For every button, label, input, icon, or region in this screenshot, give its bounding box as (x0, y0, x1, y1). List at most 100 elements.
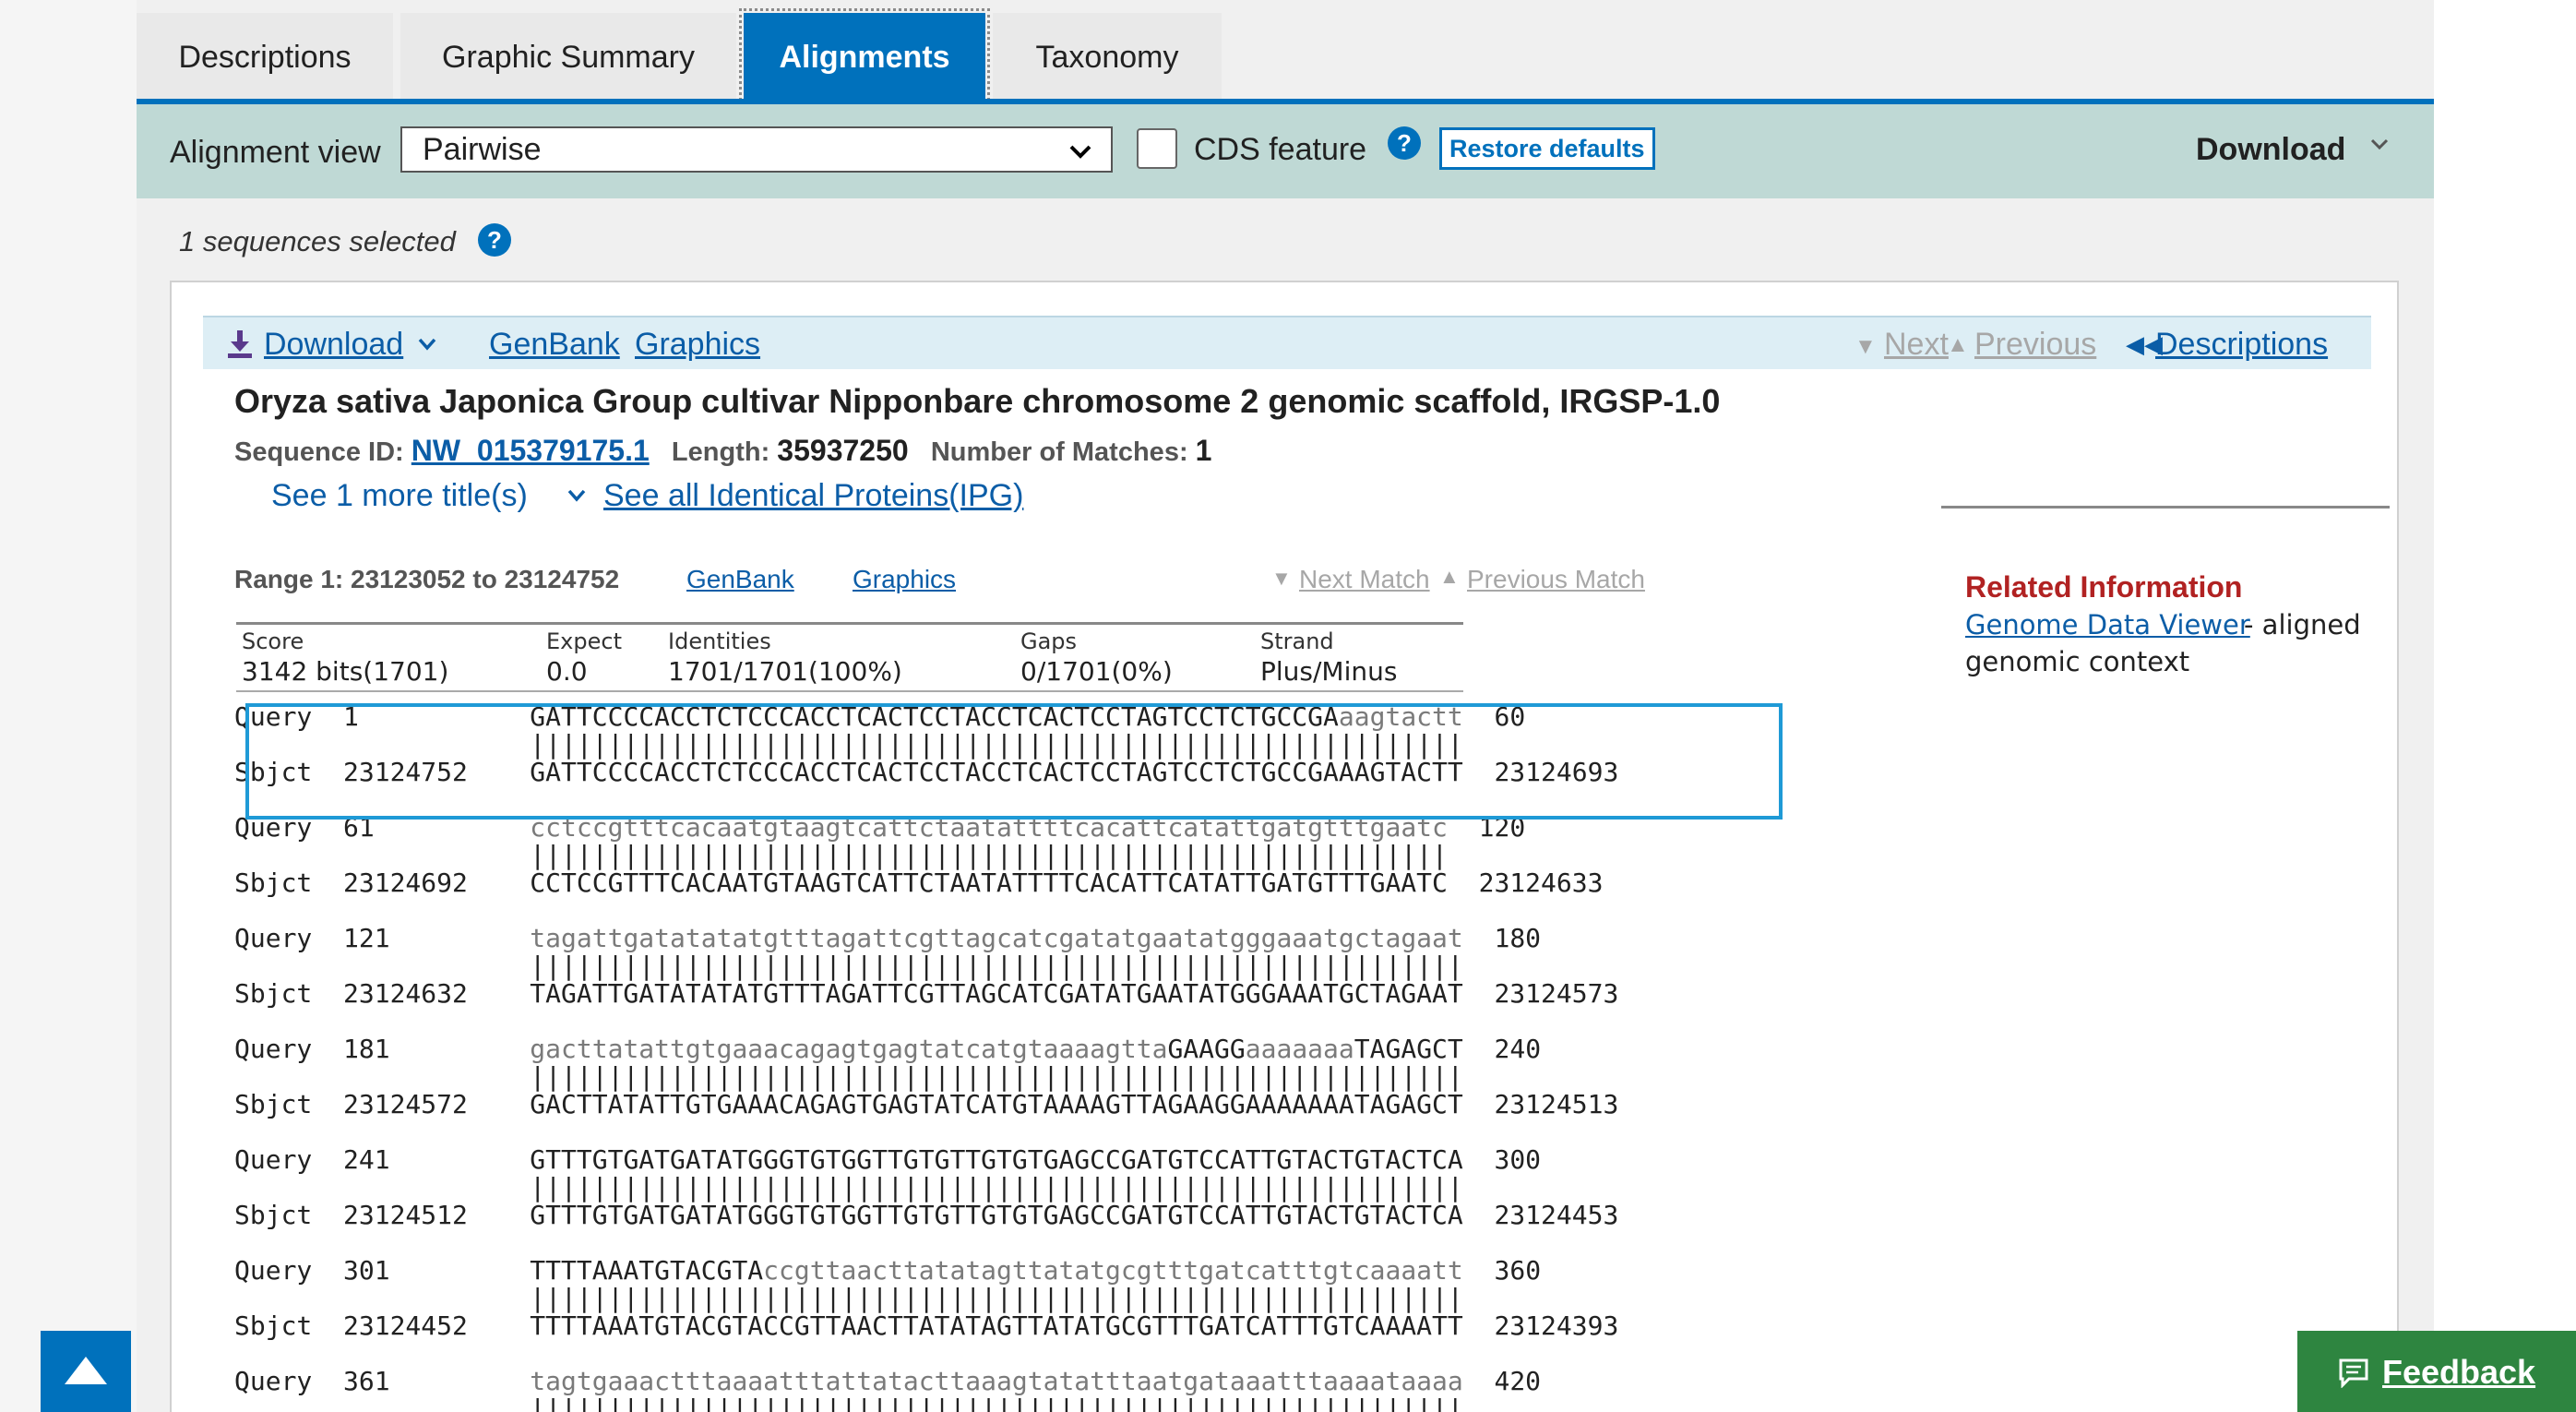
chevron-down-icon[interactable] (417, 336, 437, 353)
match-line: ||||||||||||||||||||||||||||||||||||||||… (234, 1172, 1463, 1203)
expect-stat: Expect 0.0 (546, 628, 622, 687)
query-start: Query 61 (234, 812, 531, 843)
query-sequence: tagtgaaactttaaaatttattatacttaaagtatattta… (530, 1366, 1463, 1396)
download-link[interactable]: Download (264, 327, 403, 363)
query-end: 360 (1462, 1255, 1542, 1286)
related-description: genomic context (1965, 646, 2190, 677)
subject-line: Sbjct 23124512 GTTTGTGATGATATGGGTGTGGTTG… (234, 1200, 1619, 1230)
genome-data-viewer-link[interactable]: Genome Data Viewer (1965, 609, 2250, 640)
query-sequence: TAGAGCT (1354, 1034, 1463, 1064)
query-end: 120 (1447, 812, 1526, 843)
alignment-view-select[interactable]: Pairwise (400, 126, 1113, 173)
hit-title: Oryza sativa Japonica Group cultivar Nip… (234, 382, 1721, 420)
query-line: Query 61 cctccgtttcacaatgtaagtcattctaata… (234, 814, 1525, 842)
previous-link[interactable]: Previous (1974, 327, 2096, 363)
query-sequence: cctccgtttcacaatgtaagtcattctaatattttcacat… (530, 812, 1448, 843)
match-line: ||||||||||||||||||||||||||||||||||||||||… (234, 1061, 1463, 1092)
sequences-selected-text: 1 sequences selected (179, 225, 456, 257)
match-line: ||||||||||||||||||||||||||||||||||||||||… (234, 729, 1463, 760)
sequence-id-label: Sequence ID: (234, 437, 404, 467)
identities-value: 1701/1701(100%) (668, 656, 902, 687)
help-icon[interactable]: ? (478, 223, 511, 257)
strand-stat: Strand Plus/Minus (1260, 628, 1397, 687)
related-information-title: Related Information (1965, 570, 2243, 604)
tab-graphic-summary[interactable]: Graphic Summary (400, 13, 736, 102)
query-start: Query 241 (234, 1144, 531, 1175)
tab-descriptions[interactable]: Descriptions (137, 13, 393, 102)
query-start: Query 181 (234, 1034, 531, 1064)
query-end: 420 (1462, 1366, 1542, 1396)
chat-icon (2339, 1358, 2368, 1388)
gaps-label: Gaps (1020, 628, 1078, 654)
match-line: ||||||||||||||||||||||||||||||||||||||||… (234, 1283, 1463, 1313)
expect-value: 0.0 (546, 656, 588, 687)
match-line: ||||||||||||||||||||||||||||||||||||||||… (234, 951, 1463, 981)
identities-stat: Identities 1701/1701(100%) (668, 628, 902, 687)
range-graphics-link[interactable]: Graphics (853, 565, 956, 594)
alignment-view-label: Alignment view (170, 135, 381, 170)
hit-meta: Sequence ID: NW_015379175.1 Length: 3593… (234, 434, 1211, 468)
sequence-id-link[interactable]: NW_015379175.1 (411, 434, 650, 467)
matches-value: 1 (1195, 434, 1212, 467)
next-match-arrow-icon: ▼ (1271, 567, 1292, 590)
subject-line: Sbjct 23124752 GATTCCCCACCTCTCCCACCTCACT… (234, 757, 1619, 787)
download-icon[interactable] (225, 329, 255, 360)
matches-label: Number of Matches: (930, 437, 1188, 467)
subject-line: Sbjct 23124632 TAGATTGATATATATGTTTAGATTC… (234, 978, 1619, 1009)
score-label: Score (242, 628, 304, 654)
query-line: Query 361 tagtgaaactttaaaatttattatacttaa… (234, 1368, 1541, 1395)
descriptions-link[interactable]: Descriptions (2155, 327, 2328, 363)
graphics-link[interactable]: Graphics (635, 327, 760, 363)
score-stat: Score 3142 bits(1701) (242, 628, 448, 687)
alignment-stats: Score 3142 bits(1701) Expect 0.0 Identit… (236, 622, 1463, 692)
previous-match-arrow-icon: ▲ (1439, 565, 1460, 588)
query-sequence: aaaaaaa (1245, 1034, 1354, 1064)
expect-label: Expect (546, 628, 622, 654)
strand-value: Plus/Minus (1260, 656, 1398, 687)
range-genbank-link[interactable]: GenBank (686, 565, 794, 594)
query-start: Query 121 (234, 923, 531, 953)
query-sequence: TTTTAAATGTACGTA (530, 1255, 764, 1286)
next-arrow-icon: ▼ (1854, 334, 1877, 359)
query-line: Query 121 tagattgatatatatgtttagattcgttag… (234, 925, 1541, 952)
chevron-down-icon[interactable] (2367, 132, 2391, 156)
subject-line: Sbjct 23124692 CCTCCGTTTCACAATGTAAGTCATT… (234, 868, 1604, 898)
scroll-to-top-button[interactable] (41, 1331, 131, 1412)
gaps-value: 0/1701(0%) (1020, 656, 1173, 687)
subject-line: Sbjct 23124452 TTTTAAATGTACGTACCGTTAACTT… (234, 1310, 1619, 1341)
divider (1941, 506, 2390, 509)
query-sequence: GTTTGTGATGATATGGGTGTGGTTGTGTTGTGTGAGCCGA… (530, 1144, 1463, 1175)
score-value: 3142 bits(1701) (242, 656, 449, 687)
gaps-stat: Gaps 0/1701(0%) (1020, 628, 1173, 687)
tab-alignments[interactable]: Alignments (739, 8, 990, 106)
query-line: Query 1 GATTCCCCACCTCTCCCACCTCACTCCTACCT… (234, 703, 1525, 731)
restore-defaults-button[interactable]: Restore defaults (1439, 127, 1655, 170)
toolbar-download-button[interactable]: Download (2196, 132, 2345, 168)
identical-proteins-link[interactable]: See all Identical Proteins(IPG) (603, 478, 1023, 514)
length-label: Length: (671, 437, 770, 467)
feedback-button[interactable]: Feedback (2297, 1331, 2576, 1412)
length-value: 35937250 (777, 434, 909, 467)
alignment-panel: Download GenBank Graphics ▼ Next ▲ Previ… (170, 281, 2399, 1412)
identities-label: Identities (668, 628, 771, 654)
related-description: - aligned (2244, 609, 2361, 640)
cds-feature-checkbox[interactable] (1137, 128, 1177, 169)
chevron-down-icon[interactable] (566, 487, 587, 504)
cds-feature-label: CDS feature (1194, 132, 1367, 167)
next-link[interactable]: Next (1884, 327, 1949, 363)
help-icon[interactable]: ? (1388, 126, 1421, 160)
match-line: ||||||||||||||||||||||||||||||||||||||||… (234, 840, 1448, 870)
result-tabs: Descriptions Graphic Summary Alignments … (137, 8, 1229, 106)
next-match-link[interactable]: Next Match (1299, 565, 1430, 594)
alignment-toolbar: Alignment view Pairwise CDS feature ? Re… (137, 104, 2434, 198)
genbank-link[interactable]: GenBank (489, 327, 620, 363)
more-titles-link[interactable]: See 1 more title(s) (271, 478, 528, 514)
query-sequence: GATTCCCCACCTCTCCCACCTCACTCCTACCTCACTCCTA… (530, 701, 1339, 732)
feedback-label: Feedback (2382, 1353, 2536, 1391)
strand-label: Strand (1260, 628, 1334, 654)
previous-match-link[interactable]: Previous Match (1467, 565, 1645, 594)
range-heading: Range 1: 23123052 to 23124752 (234, 565, 620, 593)
chevron-down-icon (1069, 145, 1091, 159)
tab-taxonomy[interactable]: Taxonomy (993, 13, 1222, 102)
query-sequence: GAAGG (1167, 1034, 1246, 1064)
